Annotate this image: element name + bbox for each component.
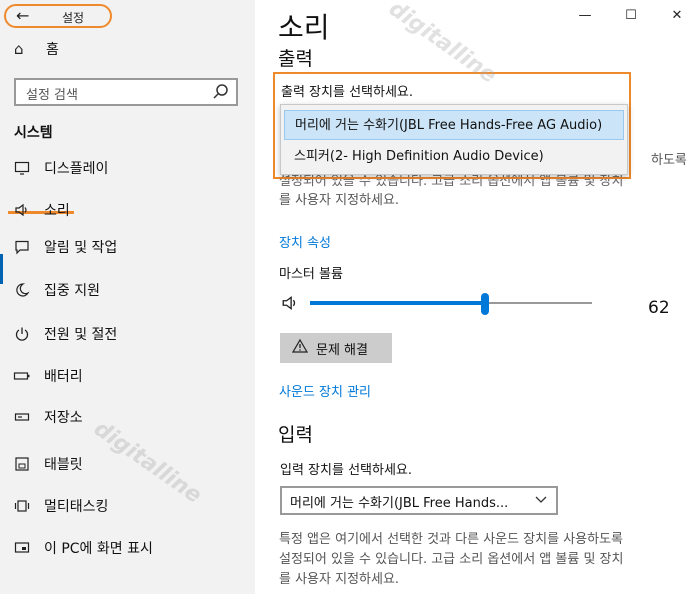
power-icon: [12, 324, 32, 344]
volume-slider-fill: [310, 301, 485, 305]
sidebar-item-tablet[interactable]: 태블릿: [0, 450, 255, 478]
input-device-dropdown[interactable]: 머리에 거는 수화기(JBL Free Hands...: [280, 486, 558, 515]
section-title: 시스템: [14, 125, 53, 141]
titlebar: ← 설정: [4, 4, 112, 28]
output-paragraph-fragment: 하도록: [651, 153, 687, 168]
input-paragraph-line1: 특정 앱은 여기에서 선택한 것과 다른 사운드 장치를 사용하도록: [279, 532, 624, 547]
input-select-label: 입력 장치를 선택하세요.: [280, 463, 412, 478]
sidebar-item-label: 알림 및 작업: [44, 240, 118, 256]
home-label: 홈: [46, 42, 59, 58]
speaker-icon: [12, 200, 32, 220]
troubleshoot-button[interactable]: 문제 해결: [280, 333, 392, 363]
sidebar-item-label: 멀티태스킹: [44, 499, 109, 515]
multitask-icon: [12, 496, 32, 516]
sidebar-item-label: 전원 및 절전: [44, 327, 118, 343]
search-input[interactable]: 설정 검색: [14, 78, 238, 106]
sidebar-item-display[interactable]: 디스플레이: [0, 154, 255, 182]
output-device-select-highlight: 출력 장치를 선택하세요. 머리에 거는 수화기(JBL Free Hands-…: [273, 72, 631, 179]
main-content: — ☐ ✕ 소리 출력 하도록 설정되어 있을 수 있습니다. 고급 소리 옵션…: [255, 0, 700, 594]
battery-icon: [12, 366, 32, 386]
sidebar: ← 설정 ⌂ 홈 설정 검색 시스템 디스플레이 소리 알림 및 작업 집중 지…: [0, 0, 255, 594]
chevron-down-icon: [534, 492, 548, 509]
sidebar-item-power[interactable]: 전원 및 절전: [0, 320, 255, 348]
input-heading: 입력: [278, 424, 313, 446]
maximize-button[interactable]: ☐: [608, 0, 654, 30]
sidebar-item-label: 디스플레이: [44, 161, 109, 177]
notification-icon: [12, 237, 32, 257]
sidebar-item-multitasking[interactable]: 멀티태스킹: [0, 492, 255, 520]
close-button[interactable]: ✕: [654, 0, 700, 30]
volume-value: 62: [648, 298, 670, 318]
sidebar-item-battery[interactable]: 배터리: [0, 362, 255, 390]
sidebar-item-label: 집중 지원: [44, 283, 100, 299]
warning-icon: [291, 338, 309, 358]
page-title: 소리: [278, 11, 330, 44]
home-link[interactable]: ⌂ 홈: [14, 38, 59, 60]
output-select-label: 출력 장치를 선택하세요.: [281, 85, 413, 100]
sidebar-item-focus-assist[interactable]: 집중 지원: [0, 276, 255, 304]
input-device-selected: 머리에 거는 수화기(JBL Free Hands...: [290, 496, 509, 511]
window-controls: — ☐ ✕: [562, 0, 700, 30]
input-paragraph-line3: 를 사용자 지정하세요.: [279, 572, 400, 587]
input-paragraph-line2: 설정되어 있을 수 있습니다. 고급 소리 옵션에서 앱 볼륨 및 장치: [279, 552, 624, 567]
output-option-headset[interactable]: 머리에 거는 수화기(JBL Free Hands-Free AG Audio): [284, 110, 624, 140]
project-icon: [12, 538, 32, 558]
master-volume-label: 마스터 볼륨: [279, 267, 343, 282]
output-heading: 출력: [278, 48, 313, 70]
sidebar-item-label: 저장소: [44, 410, 83, 426]
minimize-button[interactable]: —: [562, 0, 608, 30]
output-device-dropdown-list[interactable]: 머리에 거는 수화기(JBL Free Hands-Free AG Audio)…: [280, 104, 628, 175]
output-paragraph-line3: 를 사용자 지정하세요.: [279, 193, 400, 208]
device-properties-link[interactable]: 장치 속성: [279, 232, 331, 251]
volume-icon[interactable]: [281, 294, 299, 316]
sidebar-item-label: 이 PC에 화면 표시: [44, 541, 153, 557]
back-arrow-icon[interactable]: ←: [16, 7, 29, 25]
moon-icon: [12, 280, 32, 300]
manage-sound-devices-link[interactable]: 사운드 장치 관리: [279, 381, 371, 400]
volume-slider-thumb[interactable]: [480, 293, 489, 315]
app-title: 설정: [62, 11, 85, 25]
storage-icon: [12, 407, 32, 427]
monitor-icon: [12, 158, 32, 178]
sidebar-item-label: 배터리: [44, 369, 83, 385]
tablet-icon: [12, 454, 32, 474]
sidebar-item-notifications[interactable]: 알림 및 작업: [0, 233, 255, 261]
sidebar-item-label: 태블릿: [44, 457, 83, 473]
sidebar-item-sound[interactable]: 소리: [0, 196, 255, 224]
sidebar-item-project-to-pc[interactable]: 이 PC에 화면 표시: [0, 534, 255, 562]
sidebar-item-storage[interactable]: 저장소: [0, 403, 255, 431]
home-icon: ⌂: [14, 40, 24, 58]
troubleshoot-label: 문제 해결: [316, 342, 368, 358]
sidebar-item-label: 소리: [44, 203, 70, 219]
search-icon[interactable]: [212, 83, 230, 105]
search-placeholder: 설정 검색: [26, 88, 78, 103]
output-option-speaker[interactable]: 스피커(2- High Definition Audio Device): [284, 142, 624, 172]
